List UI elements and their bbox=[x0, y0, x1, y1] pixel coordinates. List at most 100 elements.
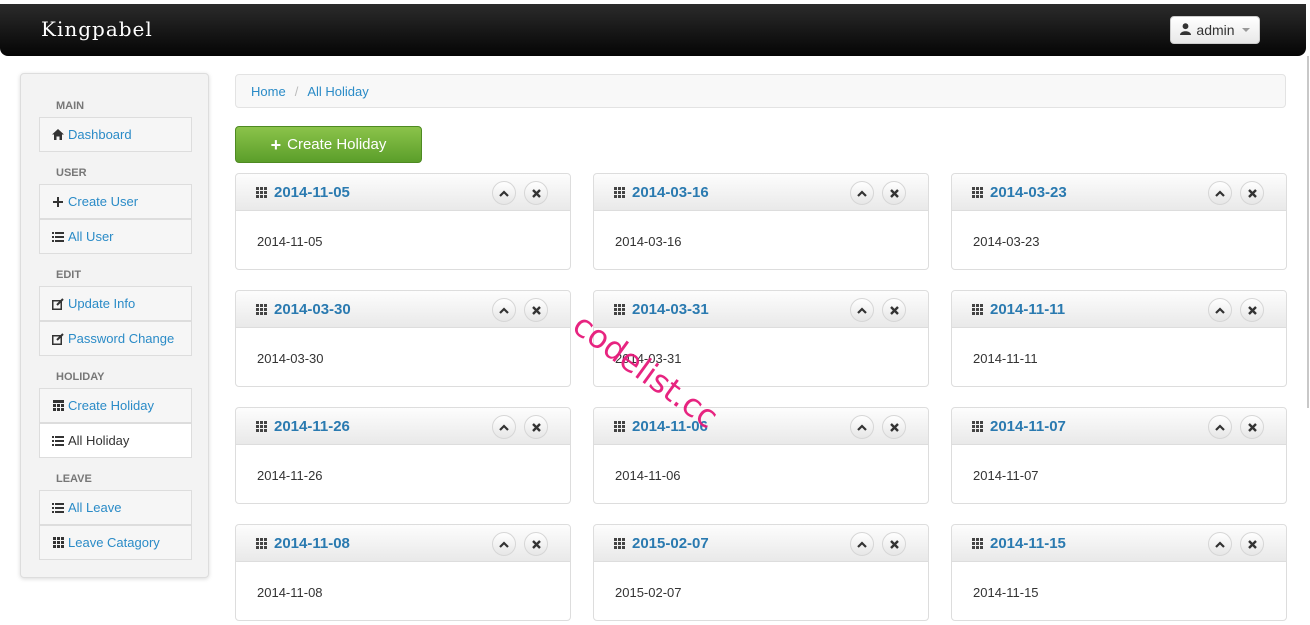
grid-icon bbox=[256, 420, 267, 432]
holiday-box-title[interactable]: 2014-11-26 bbox=[274, 418, 350, 435]
breadcrumb-separator: / bbox=[294, 83, 299, 99]
nav-header-main: MAIN bbox=[56, 100, 85, 112]
holiday-box-title[interactable]: 2014-03-23 bbox=[990, 184, 1067, 201]
holiday-box-header: 2014-11-26 bbox=[236, 408, 570, 445]
grid-icon bbox=[972, 537, 983, 549]
holiday-box: 2014-11-26 2014-11-26 bbox=[235, 407, 571, 504]
close-icon[interactable] bbox=[524, 298, 548, 322]
close-icon[interactable] bbox=[524, 415, 548, 439]
holiday-box-header: 2014-03-23 bbox=[952, 174, 1286, 211]
sidebar-item-all-holiday[interactable]: All Holiday bbox=[39, 423, 192, 458]
nav-header-leave: LEAVE bbox=[56, 473, 92, 485]
collapse-icon[interactable] bbox=[850, 298, 874, 322]
sidebar-item-all-user[interactable]: All User bbox=[39, 219, 192, 254]
user-menu-label: admin bbox=[1196, 22, 1235, 38]
list-icon bbox=[52, 231, 64, 243]
close-icon[interactable] bbox=[524, 532, 548, 556]
holiday-box-body: 2014-11-07 bbox=[973, 468, 1039, 483]
collapse-icon[interactable] bbox=[850, 532, 874, 556]
grid-icon bbox=[614, 303, 625, 315]
sidebar-item-update-info[interactable]: Update Info bbox=[39, 286, 192, 321]
holiday-box: 2014-11-05 2014-11-05 bbox=[235, 173, 571, 270]
close-icon[interactable] bbox=[882, 181, 906, 205]
holiday-box-header: 2014-11-08 bbox=[236, 525, 570, 562]
close-icon[interactable] bbox=[882, 415, 906, 439]
brand-logo[interactable]: Kingpabel bbox=[41, 17, 153, 41]
holiday-box-header: 2014-03-31 bbox=[594, 291, 928, 328]
list-icon bbox=[52, 502, 64, 514]
sidebar-item-leave-category[interactable]: Leave Catagory bbox=[39, 525, 192, 560]
holiday-box-body: 2014-11-06 bbox=[615, 468, 681, 483]
user-menu-button[interactable]: admin bbox=[1170, 16, 1260, 44]
edit-icon bbox=[52, 332, 64, 345]
create-holiday-label: Create Holiday bbox=[287, 136, 387, 153]
caret-down-icon bbox=[1241, 28, 1250, 32]
close-icon[interactable] bbox=[882, 298, 906, 322]
sidebar-item-dashboard[interactable]: Dashboard bbox=[39, 117, 192, 152]
grid-icon bbox=[256, 186, 267, 198]
sidebar: MAIN Dashboard USER Create User All User… bbox=[20, 73, 209, 578]
collapse-icon[interactable] bbox=[492, 532, 516, 556]
close-icon[interactable] bbox=[1240, 181, 1264, 205]
holiday-box-title[interactable]: 2014-03-16 bbox=[632, 184, 709, 201]
scrollbar[interactable] bbox=[1307, 56, 1309, 408]
holiday-box-header: 2014-11-11 bbox=[952, 291, 1286, 328]
holiday-box: 2014-11-06 2014-11-06 bbox=[593, 407, 929, 504]
sidebar-item-password-change[interactable]: Password Change bbox=[39, 321, 192, 356]
holiday-box-header: 2014-03-16 bbox=[594, 174, 928, 211]
holiday-box-body: 2015-02-07 bbox=[615, 585, 682, 600]
grid-icon bbox=[614, 186, 625, 198]
holiday-box-body: 2014-11-05 bbox=[257, 234, 323, 249]
grid-icon bbox=[52, 537, 64, 549]
grid-icon bbox=[256, 303, 267, 315]
grid-icon bbox=[972, 303, 983, 315]
collapse-icon[interactable] bbox=[1208, 181, 1232, 205]
close-icon[interactable] bbox=[1240, 532, 1264, 556]
holiday-box-title[interactable]: 2014-11-05 bbox=[274, 184, 350, 201]
sidebar-item-create-user[interactable]: Create User bbox=[39, 184, 192, 219]
close-icon[interactable] bbox=[882, 532, 906, 556]
holiday-box-body: 2014-11-15 bbox=[973, 585, 1039, 600]
sidebar-item-all-leave[interactable]: All Leave bbox=[39, 490, 192, 525]
edit-icon bbox=[52, 297, 64, 310]
sidebar-item-create-holiday[interactable]: Create Holiday bbox=[39, 388, 192, 423]
holiday-box-title[interactable]: 2014-11-15 bbox=[990, 535, 1066, 552]
close-icon[interactable] bbox=[524, 181, 548, 205]
holiday-box-title[interactable]: 2014-11-11 bbox=[990, 301, 1065, 318]
collapse-icon[interactable] bbox=[492, 415, 516, 439]
grid-icon bbox=[972, 186, 983, 198]
close-icon[interactable] bbox=[1240, 298, 1264, 322]
grid-icon bbox=[256, 537, 267, 549]
holiday-box: 2014-03-23 2014-03-23 bbox=[951, 173, 1287, 270]
collapse-icon[interactable] bbox=[492, 181, 516, 205]
collapse-icon[interactable] bbox=[850, 181, 874, 205]
holiday-box: 2014-11-08 2014-11-08 bbox=[235, 524, 571, 621]
holiday-box: 2014-11-07 2014-11-07 bbox=[951, 407, 1287, 504]
collapse-icon[interactable] bbox=[1208, 298, 1232, 322]
holiday-box-body: 2014-03-23 bbox=[973, 234, 1040, 249]
breadcrumb-home-link[interactable]: Home bbox=[251, 84, 286, 99]
grid-icon bbox=[614, 537, 625, 549]
holiday-box-title[interactable]: 2014-11-07 bbox=[990, 418, 1066, 435]
calendar-icon bbox=[52, 400, 64, 412]
grid-icon bbox=[614, 420, 625, 432]
home-icon bbox=[52, 129, 64, 141]
plus-icon bbox=[52, 196, 64, 208]
holiday-box-title[interactable]: 2014-11-08 bbox=[274, 535, 350, 552]
collapse-icon[interactable] bbox=[850, 415, 874, 439]
close-icon[interactable] bbox=[1240, 415, 1264, 439]
collapse-icon[interactable] bbox=[1208, 415, 1232, 439]
holiday-box-body: 2014-11-26 bbox=[257, 468, 323, 483]
holiday-box-title[interactable]: 2014-03-31 bbox=[632, 301, 709, 318]
holiday-box-body: 2014-11-11 bbox=[973, 351, 1038, 366]
collapse-icon[interactable] bbox=[492, 298, 516, 322]
create-holiday-button[interactable]: + Create Holiday bbox=[235, 126, 422, 163]
holiday-box-title[interactable]: 2014-03-30 bbox=[274, 301, 351, 318]
nav-header-holiday: HOLIDAY bbox=[56, 371, 105, 383]
holiday-box-title[interactable]: 2015-02-07 bbox=[632, 535, 709, 552]
holiday-box-header: 2014-11-07 bbox=[952, 408, 1286, 445]
plus-icon: + bbox=[270, 134, 282, 155]
collapse-icon[interactable] bbox=[1208, 532, 1232, 556]
nav-header-edit: EDIT bbox=[56, 269, 82, 281]
breadcrumb-current[interactable]: All Holiday bbox=[307, 84, 368, 99]
